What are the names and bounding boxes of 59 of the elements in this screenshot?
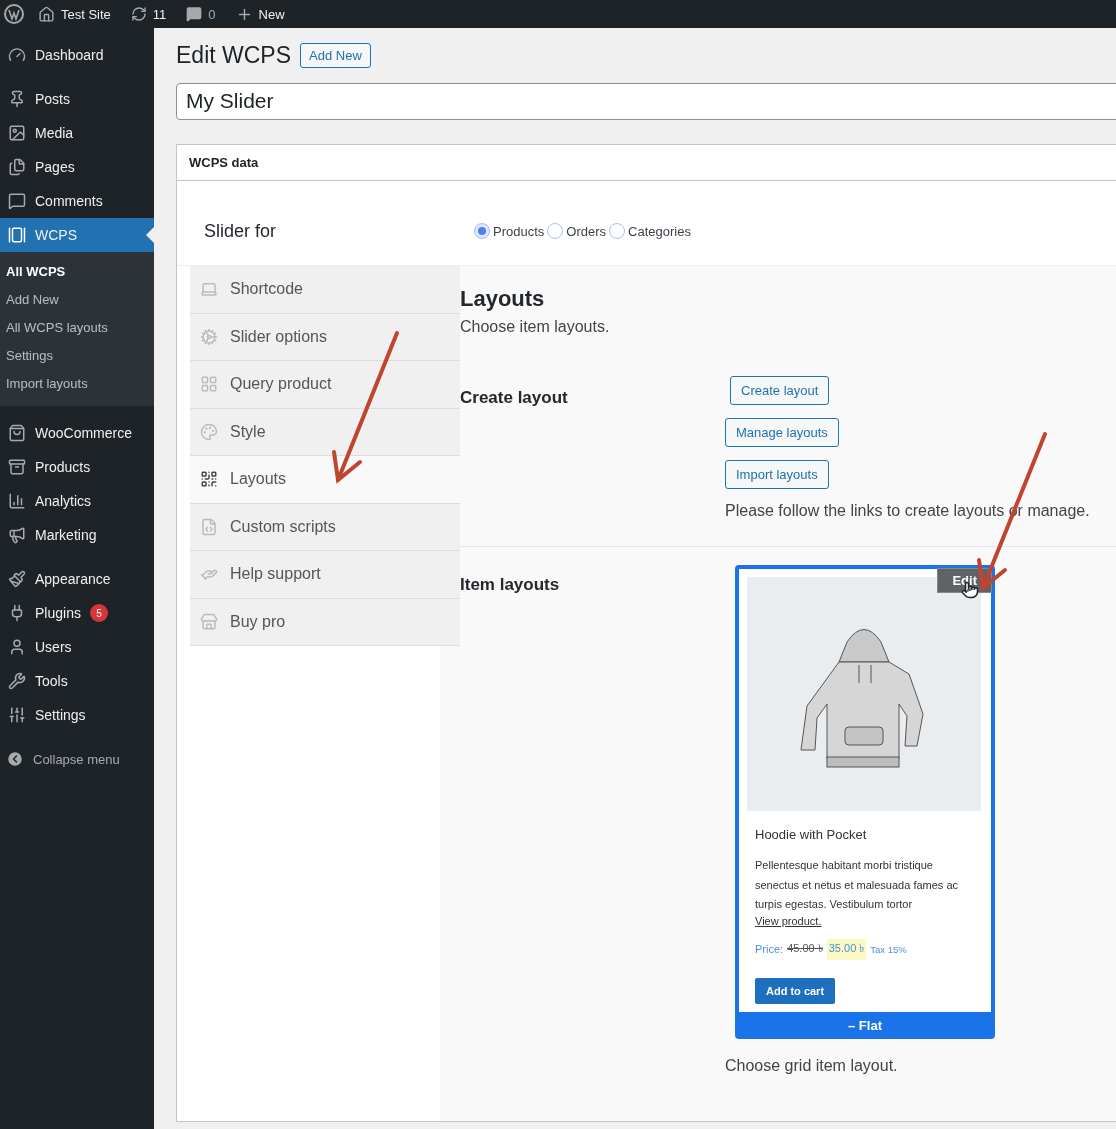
add-to-cart-button[interactable]: Add to cart xyxy=(755,977,836,1004)
field-label: Item layouts xyxy=(460,574,561,596)
radio-option[interactable]: Orders xyxy=(547,223,607,239)
sale-price: 35.00 ৳ xyxy=(826,938,867,960)
metabox-title: WCPS data xyxy=(177,145,1116,181)
tab[interactable]: Buy pro xyxy=(190,598,460,646)
submenu-item[interactable]: Add New xyxy=(0,286,154,314)
menu-item[interactable]: Posts xyxy=(0,82,154,116)
menu-item[interactable]: Plugins 5 xyxy=(0,596,154,630)
help-text: Choose grid item layout. xyxy=(725,1056,898,1075)
section-description: Choose item layouts. xyxy=(460,318,611,336)
submenu-item[interactable]: All WCPS layouts xyxy=(0,314,154,342)
menu-item[interactable]: Tools xyxy=(0,664,154,698)
updates-count[interactable]: 11 xyxy=(152,6,167,22)
tab[interactable]: Slider options xyxy=(190,313,460,361)
menu-item[interactable]: Analytics xyxy=(0,484,154,518)
radio-option[interactable]: Products xyxy=(474,223,545,239)
add-new-button[interactable]: Add New xyxy=(300,43,371,68)
tab[interactable]: Layouts xyxy=(190,456,460,504)
title-field[interactable]: My Slider xyxy=(176,83,1116,120)
count-badge: 5 xyxy=(89,604,108,622)
menu-item[interactable]: Users xyxy=(0,630,154,664)
menu-item[interactable]: Settings xyxy=(0,698,154,732)
menu-item[interactable]: Comments xyxy=(0,184,154,218)
tab[interactable]: Style xyxy=(190,408,460,456)
menu-item[interactable]: Pages xyxy=(0,150,154,184)
product-description: Pellentesque habitant morbi tristique senectus et netus et malesuada fames ac turpis egestas. Vestibulum tortor xyxy=(755,858,959,912)
menu-item[interactable]: WCPS xyxy=(0,218,154,252)
menu-item[interactable]: Appearance xyxy=(0,562,154,596)
radio-option[interactable]: Categories xyxy=(609,223,691,239)
layout-name-bar: – Flat xyxy=(739,1011,991,1035)
price-label: Price: xyxy=(755,943,784,955)
tab[interactable]: Help support xyxy=(190,551,460,599)
menu-item[interactable]: Marketing xyxy=(0,518,154,552)
new-link[interactable]: New xyxy=(258,6,285,22)
field-label: Create layout xyxy=(460,387,569,409)
tax-label: Tax 15% xyxy=(870,943,907,955)
menu-item[interactable]: WooCommerce xyxy=(0,416,154,450)
tab[interactable]: Query product xyxy=(190,361,460,409)
view-product-link[interactable]: View product. xyxy=(755,914,975,927)
field-label: Slider for xyxy=(204,220,278,242)
collapse-menu-button[interactable]: Collapse menu xyxy=(0,742,154,776)
section-heading: Layouts xyxy=(460,286,546,312)
menu-item[interactable]: Dashboard xyxy=(0,38,154,72)
tab[interactable]: Shortcode xyxy=(190,266,460,314)
comments-count[interactable]: 0 xyxy=(208,6,216,22)
old-price: 45.00 ৳ xyxy=(787,940,823,956)
page-title: Edit WCPS xyxy=(176,42,292,69)
submenu-item[interactable]: Settings xyxy=(0,342,154,370)
site-name-link[interactable]: Test Site xyxy=(61,6,111,22)
layout-button[interactable]: Import layouts xyxy=(725,460,829,489)
menu-item[interactable]: Media xyxy=(0,116,154,150)
layout-button[interactable]: Create layout xyxy=(730,376,830,405)
tab[interactable]: Custom scripts xyxy=(190,503,460,551)
submenu-item[interactable]: All WCPS xyxy=(0,258,154,286)
product-title: Hoodie with Pocket xyxy=(755,827,868,842)
layout-button[interactable]: Manage layouts xyxy=(725,418,839,447)
submenu-item[interactable]: Import layouts xyxy=(0,370,154,398)
menu-item[interactable]: Products xyxy=(0,450,154,484)
